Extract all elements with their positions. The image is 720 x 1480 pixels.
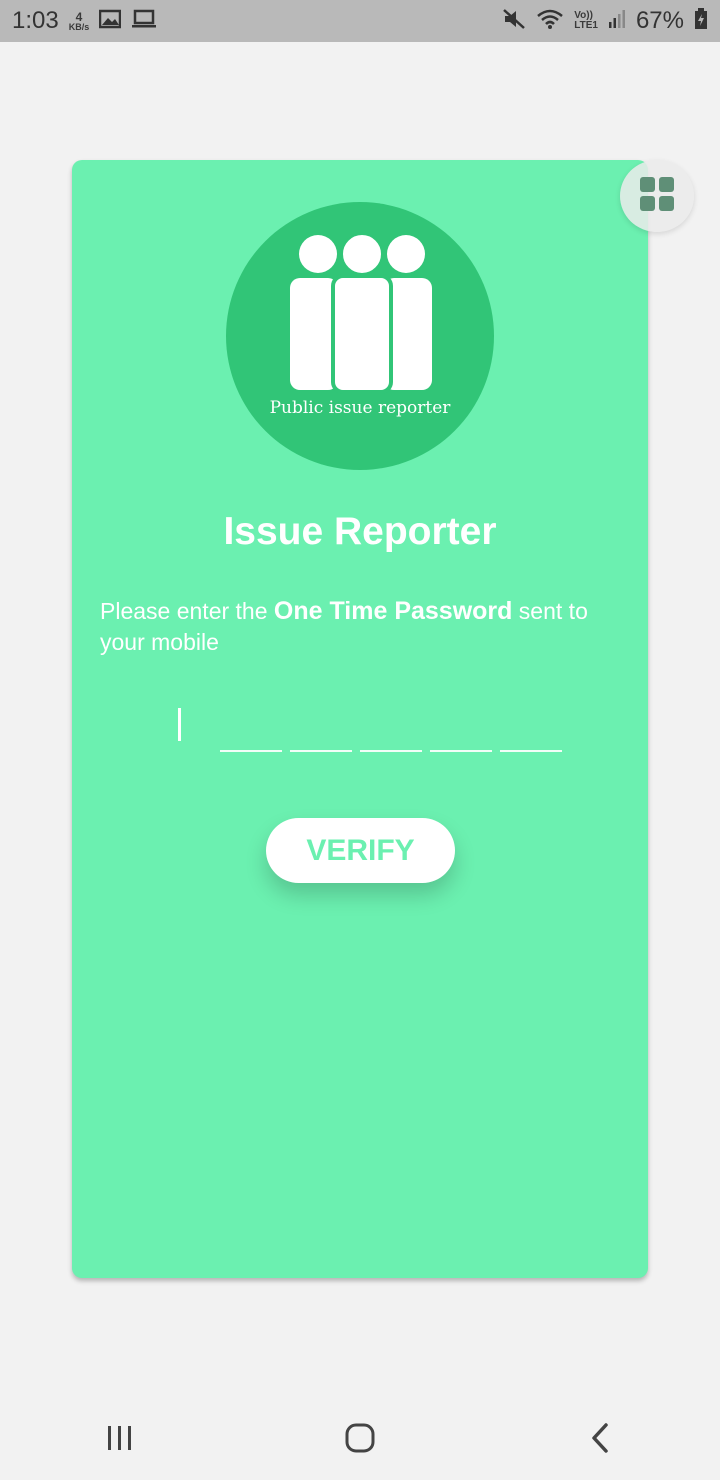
status-bar: 1:03 4 KB/s Vo)) LTE1 67% bbox=[0, 0, 720, 42]
otp-digit-slot-4[interactable] bbox=[430, 750, 492, 752]
app-title: Issue Reporter bbox=[223, 510, 497, 553]
instructions-pre: Please enter the bbox=[100, 598, 274, 624]
otp-digit-slot-2[interactable] bbox=[290, 750, 352, 752]
status-time: 1:03 bbox=[12, 7, 59, 34]
back-button[interactable] bbox=[570, 1410, 630, 1470]
logo-caption: Public issue reporter bbox=[269, 398, 451, 418]
status-right: Vo)) LTE1 67% bbox=[502, 7, 708, 35]
battery-charging-icon bbox=[694, 7, 708, 35]
image-icon bbox=[98, 9, 122, 34]
otp-input[interactable] bbox=[176, 700, 576, 760]
lte-bottom-label: LTE1 bbox=[574, 20, 598, 31]
instructions-bold: One Time Password bbox=[273, 597, 513, 625]
recent-apps-icon bbox=[106, 1425, 134, 1456]
network-speed-value: 4 bbox=[75, 9, 83, 24]
home-button[interactable] bbox=[330, 1410, 390, 1470]
app-logo: Public issue reporter bbox=[226, 202, 494, 470]
otp-digit-slot-3[interactable] bbox=[360, 750, 422, 752]
status-left: 1:03 4 KB/s bbox=[12, 7, 157, 35]
otp-instructions: Please enter the One Time Password sent … bbox=[100, 596, 630, 658]
lte-indicator: Vo)) LTE1 bbox=[574, 11, 598, 31]
battery-percent: 67% bbox=[635, 7, 684, 34]
text-cursor bbox=[178, 708, 181, 741]
signal-icon bbox=[608, 9, 626, 34]
mute-icon bbox=[502, 8, 526, 35]
wifi-icon bbox=[536, 8, 564, 35]
network-speed: 4 KB/s bbox=[69, 11, 90, 32]
otp-digit-slot-1[interactable] bbox=[220, 750, 282, 752]
network-speed-unit: KB/s bbox=[68, 21, 90, 32]
verify-button[interactable]: VERIFY bbox=[266, 818, 455, 883]
home-icon bbox=[344, 1422, 376, 1459]
laptop-icon bbox=[131, 9, 157, 34]
otp-digit-slot-5[interactable] bbox=[500, 750, 562, 752]
grid-icon bbox=[639, 176, 675, 217]
people-group-icon bbox=[288, 232, 434, 399]
grid-menu-button[interactable] bbox=[620, 160, 694, 232]
recent-apps-button[interactable] bbox=[90, 1410, 150, 1470]
back-icon bbox=[589, 1422, 611, 1459]
navigation-bar bbox=[0, 1400, 720, 1480]
